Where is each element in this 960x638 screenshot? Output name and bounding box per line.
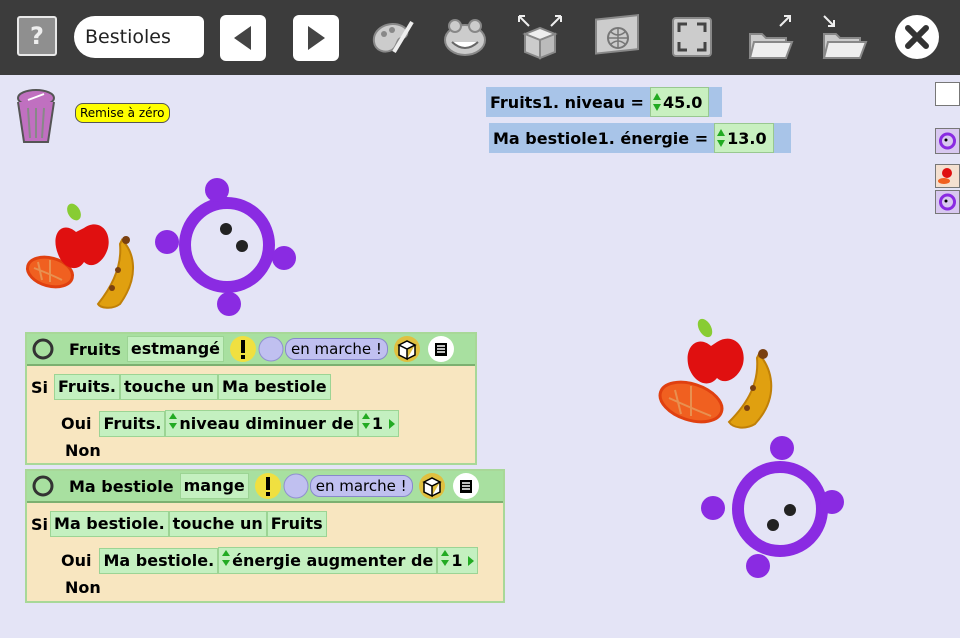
box-button[interactable]	[515, 12, 565, 62]
else-row: Non	[65, 441, 101, 460]
alert-icon[interactable]	[254, 472, 282, 500]
non-label: Non	[65, 578, 101, 597]
condition-predicate[interactable]: touche un	[119, 374, 219, 400]
monitor-fruits-level: Fruits1. niveau = 45.0	[486, 87, 722, 117]
open-folder-icon	[748, 15, 794, 59]
reset-button[interactable]: Remise à zéro	[75, 103, 170, 123]
block-header: Fruits estmangé en marche !	[27, 334, 475, 366]
monitor-label: Ma bestiole1. énergie =	[493, 128, 709, 148]
cube-icon[interactable]	[416, 472, 448, 500]
toolbar: ? Bestioles	[0, 0, 960, 75]
bestiole-sprite-2[interactable]	[698, 436, 848, 581]
web-button[interactable]	[592, 12, 642, 62]
thumbnail-creature-2[interactable]	[935, 190, 960, 214]
block-toggle-icon[interactable]	[31, 337, 55, 361]
back-icon	[234, 26, 251, 50]
close-icon	[895, 15, 939, 59]
block-object-name: Fruits	[69, 339, 121, 359]
behavior-block-bestiole[interactable]: Ma bestiole mange en marche ! Si Ma best…	[25, 469, 505, 603]
frog-icon	[444, 19, 486, 56]
open-button[interactable]	[746, 12, 796, 62]
menu-icon[interactable]	[427, 335, 455, 363]
stepper-icon[interactable]	[717, 128, 726, 148]
condition-subject[interactable]: Ma bestiole.	[50, 511, 169, 537]
block-object-name: Ma bestiole	[69, 476, 174, 496]
block-header: Ma bestiole mange en marche !	[27, 471, 503, 503]
save-button[interactable]	[820, 12, 870, 62]
forward-button[interactable]	[293, 15, 339, 61]
block-toggle-icon[interactable]	[31, 474, 55, 498]
si-label: Si	[31, 377, 49, 397]
monitor-value[interactable]: 13.0	[714, 123, 774, 153]
menu-icon[interactable]	[452, 472, 480, 500]
monitor-value[interactable]: 45.0	[649, 87, 710, 117]
fruits-sprite[interactable]	[22, 200, 152, 320]
action-subject[interactable]: Fruits.	[99, 410, 166, 437]
block-event-name[interactable]: mange	[179, 473, 249, 499]
action-verb[interactable]: niveau diminuer de	[165, 410, 358, 437]
thumbnail-fruits[interactable]	[935, 164, 960, 188]
project-name-field[interactable]: Bestioles	[74, 16, 204, 58]
trash-can[interactable]	[14, 88, 58, 150]
action-verb[interactable]: énergie augmenter de	[218, 547, 438, 574]
cube-icon[interactable]	[391, 335, 423, 363]
action-subject[interactable]: Ma bestiole.	[99, 547, 219, 574]
forward-icon	[308, 26, 325, 50]
monitor-label: Fruits1. niveau =	[490, 92, 644, 112]
action-row: Oui Ma bestiole. énergie augmenter de 1	[61, 547, 481, 574]
else-row: Non	[65, 578, 101, 597]
monitor-bestiole-energy: Ma bestiole1. énergie = 13.0	[489, 123, 791, 153]
block-event-name[interactable]: estmangé	[126, 336, 225, 362]
action-amount[interactable]: 1	[357, 410, 399, 437]
condition-predicate[interactable]: touche un	[168, 511, 267, 537]
running-toggle[interactable]: en marche !	[285, 338, 388, 360]
web-icon	[595, 14, 639, 55]
stepper-icon[interactable]	[652, 92, 661, 112]
thumbnail-blank[interactable]	[935, 82, 960, 106]
frog-button[interactable]	[440, 12, 490, 62]
behavior-block-fruits[interactable]: Fruits estmangé en marche ! Si Fruits. t…	[25, 332, 477, 465]
bestiole-sprite[interactable]	[150, 172, 300, 322]
fullscreen-button[interactable]	[667, 12, 717, 62]
paint-icon	[372, 20, 414, 54]
close-button[interactable]	[892, 12, 942, 62]
action-amount[interactable]: 1	[437, 547, 479, 574]
condition-subject[interactable]: Fruits.	[54, 374, 120, 400]
running-toggle[interactable]: en marche !	[309, 475, 413, 497]
thumbnail-creature[interactable]	[935, 128, 960, 154]
si-label: Si	[31, 514, 49, 534]
alert-icon[interactable]	[229, 335, 257, 363]
back-button[interactable]	[220, 15, 266, 61]
help-button[interactable]: ?	[17, 16, 57, 56]
condition-target[interactable]: Fruits	[266, 511, 327, 537]
clock-icon[interactable]	[282, 472, 310, 500]
condition-target[interactable]: Ma bestiole	[218, 374, 331, 400]
box-icon	[518, 15, 562, 60]
fullscreen-icon	[672, 17, 712, 57]
paint-button[interactable]	[366, 12, 416, 62]
fruits-sprite-2[interactable]	[655, 318, 785, 438]
action-row: Oui Fruits. niveau diminuer de 1	[61, 410, 402, 437]
oui-label: Oui	[61, 414, 92, 433]
oui-label: Oui	[61, 551, 92, 570]
clock-icon[interactable]	[257, 335, 285, 363]
non-label: Non	[65, 441, 101, 460]
condition-row: Si Fruits. touche un Ma bestiole	[31, 374, 334, 400]
condition-row: Si Ma bestiole. touche un Fruits	[31, 511, 330, 537]
trash-icon	[17, 89, 55, 143]
save-folder-icon	[822, 15, 868, 59]
